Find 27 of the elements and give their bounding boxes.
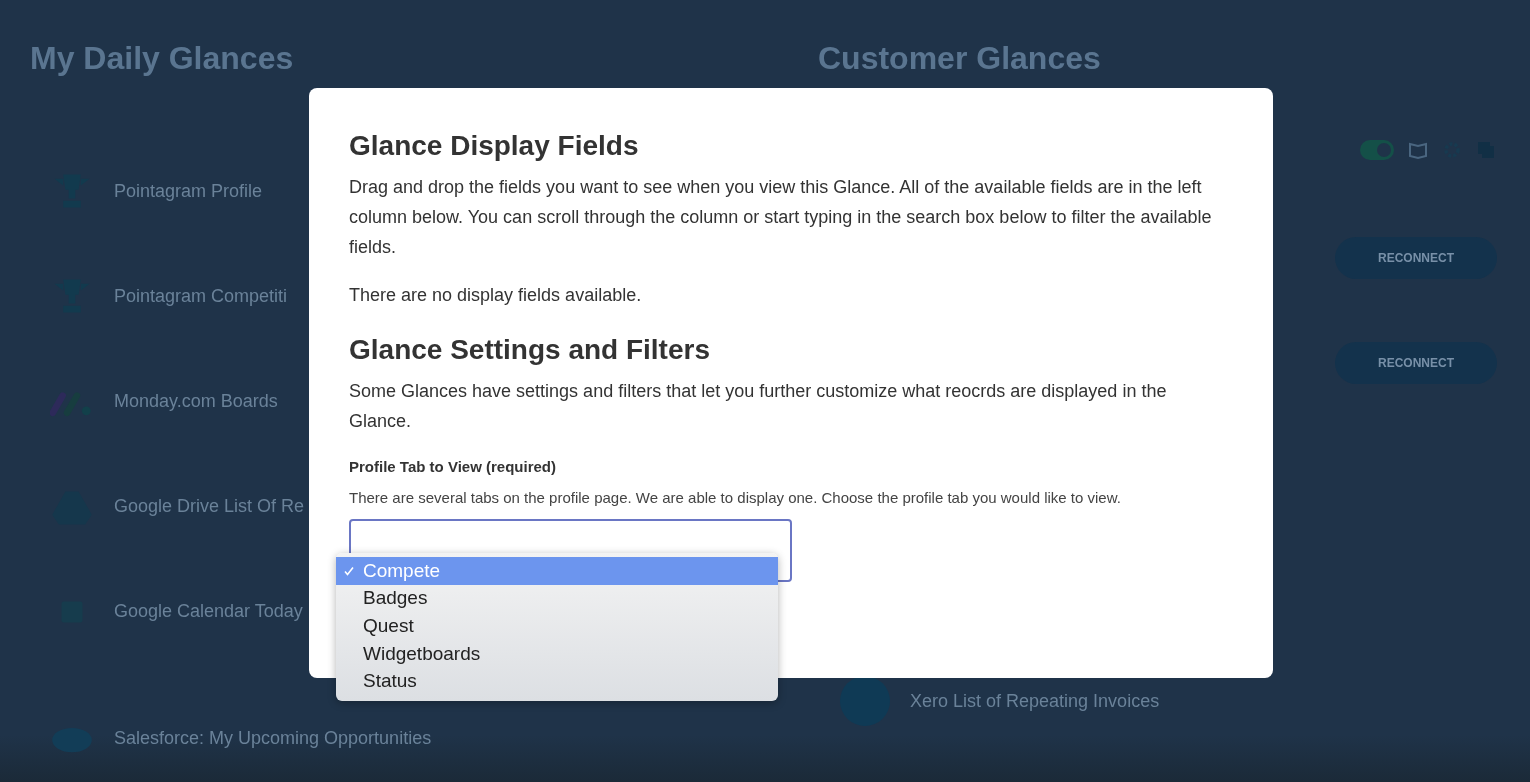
modal-heading: Glance Settings and Filters [349, 334, 711, 366]
modal-heading: Glance Display Fields [349, 130, 640, 162]
glance-name[interactable]: Pointagram Profile [114, 181, 263, 202]
section-heading: Customer Glances [818, 40, 1102, 77]
description-text: Some Glances have settings and filters that let you further customize what reocrds are displayed in the Glance. [349, 380, 1168, 433]
field-help-text: There are several tabs on the profile page. We are able to display one. Choose the profile tab you would like to view. [349, 489, 1122, 506]
empty-note: There are no display fields available. [349, 284, 643, 307]
dropdown-option[interactable]: Quest [336, 612, 778, 640]
check-icon [343, 564, 355, 577]
glance-name[interactable]: Google Drive List Of Re [114, 496, 305, 517]
dropdown-option[interactable]: Compete [336, 557, 778, 585]
toggle-switch[interactable] [1360, 140, 1394, 160]
dropdown-option[interactable]: Badges [336, 584, 778, 613]
book-icon[interactable] [1408, 140, 1428, 160]
logo-circle-icon [840, 676, 890, 726]
description-text: Drag and drop the fields you want to see when you view this Glance. All of the available fields are in the left column below. You can scroll through the column or start typing in the search box below to filter the available fields. [349, 176, 1213, 259]
reconnect-button[interactable]: RECONNECT [1335, 237, 1497, 279]
glance-name[interactable]: Xero List of Repeating Invoices [910, 690, 1160, 712]
field-label: Profile Tab to View (required) [349, 458, 557, 475]
dropdown-option[interactable]: Widgetboards [336, 639, 778, 668]
glance-name[interactable]: Pointagram Competiti [114, 286, 288, 307]
glance-name[interactable]: Monday.com Boards [114, 391, 278, 412]
dropdown-option[interactable]: Status [336, 667, 778, 695]
section-heading: My Daily Glances [30, 40, 295, 77]
glance-name[interactable]: Google Calendar Today [114, 601, 303, 622]
reconnect-button[interactable]: RECONNECT [1335, 342, 1497, 384]
glance-name[interactable]: Salesforce: My Upcoming Opportunities [114, 728, 432, 749]
